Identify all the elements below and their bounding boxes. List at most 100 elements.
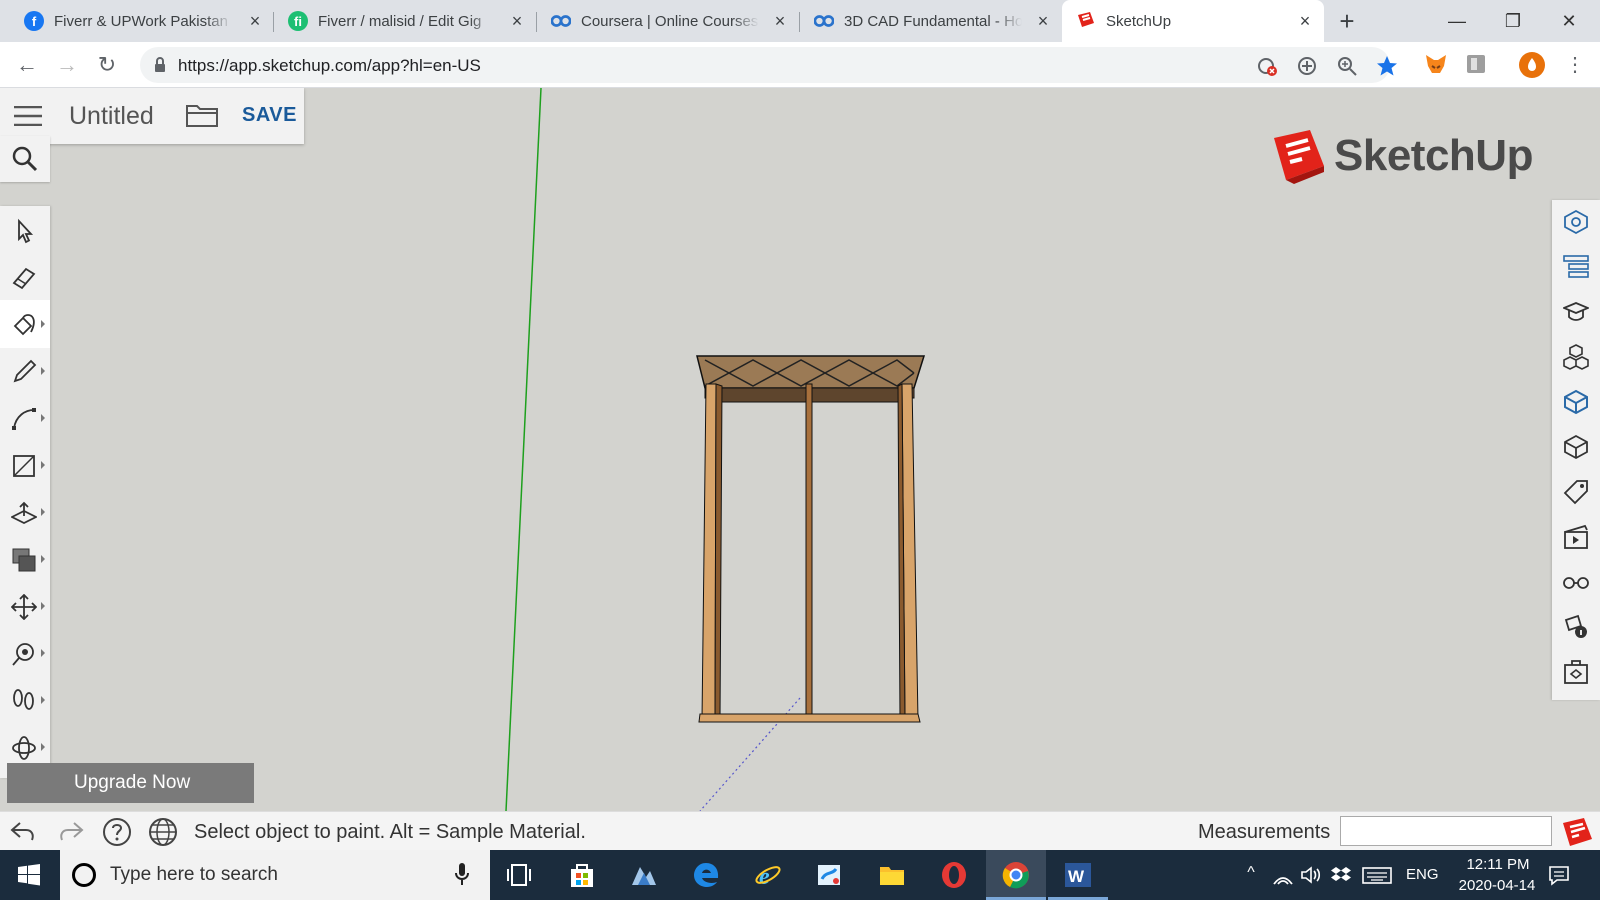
right-panel-toolbar xyxy=(1552,200,1600,700)
task-view-button[interactable] xyxy=(490,850,550,900)
close-icon[interactable]: × xyxy=(771,12,789,30)
new-tab-button[interactable]: + xyxy=(1334,8,1360,34)
search-button[interactable] xyxy=(0,136,50,182)
scenes-button[interactable] xyxy=(1552,515,1600,560)
green-axis xyxy=(505,88,542,811)
document-title[interactable]: Untitled xyxy=(69,102,154,131)
browser-tab-facebook[interactable]: f Fiverr & UPWork Pakistan | × xyxy=(10,0,274,42)
clock-date[interactable]: 2020-04-14 xyxy=(1452,877,1542,894)
microphone-icon[interactable] xyxy=(454,862,470,886)
eraser-tool-icon xyxy=(12,267,36,290)
volume-icon[interactable] xyxy=(1300,864,1322,886)
browser-tab-fiverr[interactable]: fi Fiverr / malisid / Edit Gig × xyxy=(274,0,536,42)
hamburger-menu-icon[interactable] xyxy=(14,106,42,126)
arc-tool[interactable] xyxy=(0,394,50,442)
model-info-button[interactable] xyxy=(1552,605,1600,650)
move-tool[interactable] xyxy=(0,582,50,630)
open-folder-icon[interactable] xyxy=(186,103,218,127)
bookmark-star-icon[interactable] xyxy=(1376,55,1398,77)
entity-info-button[interactable] xyxy=(1552,200,1600,245)
components-button[interactable] xyxy=(1552,335,1600,380)
close-icon[interactable]: × xyxy=(246,12,264,30)
help-icon[interactable] xyxy=(102,817,132,847)
push-pull-tool-icon xyxy=(11,501,37,525)
taskbar-photos[interactable] xyxy=(614,850,674,900)
touch-keyboard-icon[interactable] xyxy=(1362,864,1392,886)
address-bar[interactable]: https://app.sketchup.com/app?hl=en-US xyxy=(140,47,1397,83)
upgrade-now-button[interactable]: Upgrade Now xyxy=(7,763,254,803)
taskbar-paint[interactable] xyxy=(800,850,860,900)
instructor-button[interactable] xyxy=(1552,290,1600,335)
input-language[interactable]: ENG xyxy=(1406,866,1439,883)
edge-icon xyxy=(694,863,719,887)
wifi-icon[interactable] xyxy=(1272,864,1294,886)
taskbar-word[interactable]: W xyxy=(1048,850,1108,900)
push-pull-tool[interactable] xyxy=(0,488,50,536)
extension-icon[interactable] xyxy=(1464,52,1488,76)
show-hidden-icons-icon[interactable]: ^ xyxy=(1240,864,1262,886)
taskbar-edge[interactable] xyxy=(676,850,736,900)
tool-submenu-caret xyxy=(41,508,45,516)
browser-menu-icon[interactable]: ⋮ xyxy=(1562,52,1588,78)
action-center-icon[interactable] xyxy=(1548,864,1570,886)
solid-inspector-icon xyxy=(1564,660,1588,684)
dropbox-icon[interactable] xyxy=(1330,864,1352,886)
model-canvas[interactable] xyxy=(0,88,1600,811)
install-icon[interactable] xyxy=(1296,55,1318,77)
profile-avatar-icon[interactable] xyxy=(1518,51,1546,79)
display-button[interactable] xyxy=(1552,560,1600,605)
walk-tool[interactable] xyxy=(0,676,50,724)
browser-tab-cad[interactable]: 3D CAD Fundamental - Ho × xyxy=(800,0,1062,42)
metamask-icon[interactable] xyxy=(1424,52,1448,76)
forward-button[interactable]: → xyxy=(54,52,80,78)
search-icon xyxy=(12,146,38,172)
close-icon[interactable]: × xyxy=(508,12,526,30)
taskbar-file-explorer[interactable] xyxy=(862,850,922,900)
taskbar-internet-explorer[interactable]: e xyxy=(738,850,798,900)
save-button[interactable]: SAVE xyxy=(242,104,297,127)
solid-inspector-button[interactable] xyxy=(1552,650,1600,695)
browser-tab-coursera[interactable]: Coursera | Online Courses F × xyxy=(537,0,799,42)
measurements-input[interactable] xyxy=(1340,816,1552,846)
sketchup-logo-text: SketchUp xyxy=(1334,131,1533,180)
tool-submenu-caret xyxy=(41,320,45,328)
close-icon[interactable]: × xyxy=(1034,12,1052,30)
sketchup-mini-icon[interactable] xyxy=(1562,817,1594,847)
close-icon[interactable]: × xyxy=(1296,12,1314,30)
browser-tab-sketchup[interactable]: SketchUp × xyxy=(1062,0,1324,42)
select-tool[interactable] xyxy=(0,206,50,254)
line-tool[interactable] xyxy=(0,347,50,395)
taskbar-opera[interactable] xyxy=(924,850,984,900)
undo-icon[interactable] xyxy=(8,817,38,847)
cortana-icon xyxy=(72,863,96,887)
pencil-line-tool-icon xyxy=(13,359,37,383)
zoom-icon[interactable] xyxy=(1336,55,1358,77)
globe-icon[interactable] xyxy=(148,817,178,847)
materials-button[interactable] xyxy=(1552,380,1600,425)
taskbar-chrome[interactable] xyxy=(986,850,1046,900)
rectangle-tool[interactable] xyxy=(0,441,50,489)
outliner-button[interactable] xyxy=(1552,245,1600,290)
paint-bucket-tool[interactable] xyxy=(0,300,50,348)
model-viewport[interactable]: Untitled SAVE Upgrade Now SketchUp xyxy=(0,88,1600,811)
restore-button[interactable]: ❐ xyxy=(1490,6,1536,36)
eraser-tool[interactable] xyxy=(0,253,50,301)
tags-button[interactable] xyxy=(1552,470,1600,515)
close-window-button[interactable]: ✕ xyxy=(1546,6,1592,36)
redo-icon[interactable] xyxy=(56,817,86,847)
clock-time[interactable]: 12:11 PM xyxy=(1458,856,1538,873)
offset-tool[interactable] xyxy=(0,535,50,583)
entity-info-icon xyxy=(1564,209,1588,235)
taskbar-store[interactable] xyxy=(552,850,612,900)
cookie-blocked-icon[interactable] xyxy=(1256,55,1278,77)
reload-button[interactable]: ↻ xyxy=(94,52,120,78)
start-button[interactable] xyxy=(0,850,58,900)
tool-submenu-caret xyxy=(41,743,45,751)
styles-button[interactable] xyxy=(1552,425,1600,470)
tape-measure-tool[interactable] xyxy=(0,629,50,677)
url-text[interactable]: https://app.sketchup.com/app?hl=en-US xyxy=(178,56,481,76)
minimize-button[interactable]: — xyxy=(1434,6,1480,36)
taskbar-search-box[interactable]: Type here to search xyxy=(60,850,490,900)
tags-icon xyxy=(1563,480,1588,505)
back-button[interactable]: ← xyxy=(14,52,40,78)
